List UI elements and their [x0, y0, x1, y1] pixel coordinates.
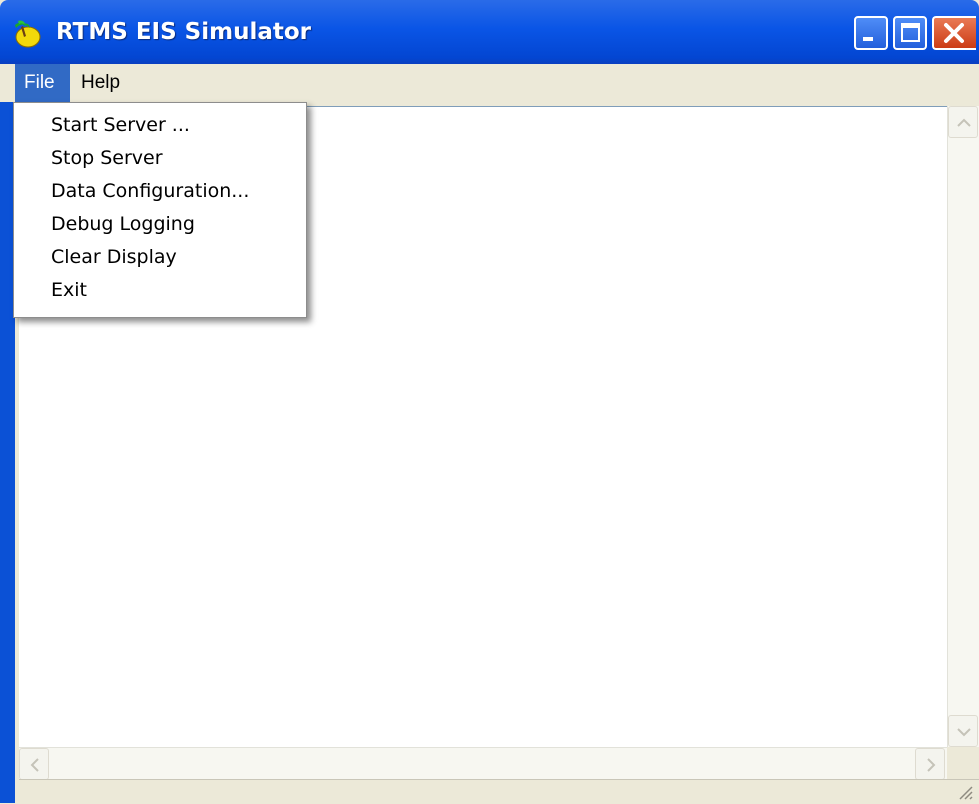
- menu-item-stop-server[interactable]: Stop Server: [14, 142, 306, 175]
- scroll-left-button[interactable]: [19, 748, 49, 780]
- menu-item-clear-display[interactable]: Clear Display: [14, 241, 306, 274]
- close-button[interactable]: [932, 16, 976, 50]
- title-bar[interactable]: RTMS EIS Simulator: [0, 0, 979, 64]
- horizontal-scrollbar[interactable]: [19, 747, 947, 780]
- scroll-up-button[interactable]: [948, 106, 978, 138]
- minimize-button[interactable]: [854, 16, 888, 50]
- resize-grip-icon[interactable]: [957, 784, 973, 800]
- menu-bar: File Help: [0, 64, 979, 102]
- chevron-up-icon: [957, 118, 971, 127]
- scroll-right-button[interactable]: [915, 748, 945, 780]
- menu-help[interactable]: Help: [72, 64, 134, 102]
- chevron-left-icon: [30, 758, 39, 772]
- menu-item-data-configuration[interactable]: Data Configuration...: [14, 175, 306, 208]
- maximize-icon: [901, 23, 920, 42]
- chevron-right-icon: [927, 758, 936, 772]
- minimize-icon: [863, 37, 873, 41]
- chevron-down-icon: [957, 728, 971, 737]
- menu-item-start-server[interactable]: Start Server ...: [14, 109, 306, 142]
- menu-item-exit[interactable]: Exit: [14, 274, 306, 307]
- status-bar: [19, 779, 979, 804]
- scroll-down-button[interactable]: [948, 715, 978, 747]
- menu-item-debug-logging[interactable]: Debug Logging: [14, 208, 306, 241]
- menu-file[interactable]: File: [15, 64, 70, 102]
- maximize-button[interactable]: [893, 16, 927, 50]
- scrollbar-corner: [947, 747, 979, 779]
- close-icon: [944, 23, 964, 43]
- window-title: RTMS EIS Simulator: [56, 19, 311, 45]
- file-menu-dropdown: Start Server ... Stop Server Data Config…: [13, 102, 307, 318]
- palm-tree-icon[interactable]: [11, 19, 41, 49]
- vertical-scrollbar[interactable]: [947, 106, 979, 747]
